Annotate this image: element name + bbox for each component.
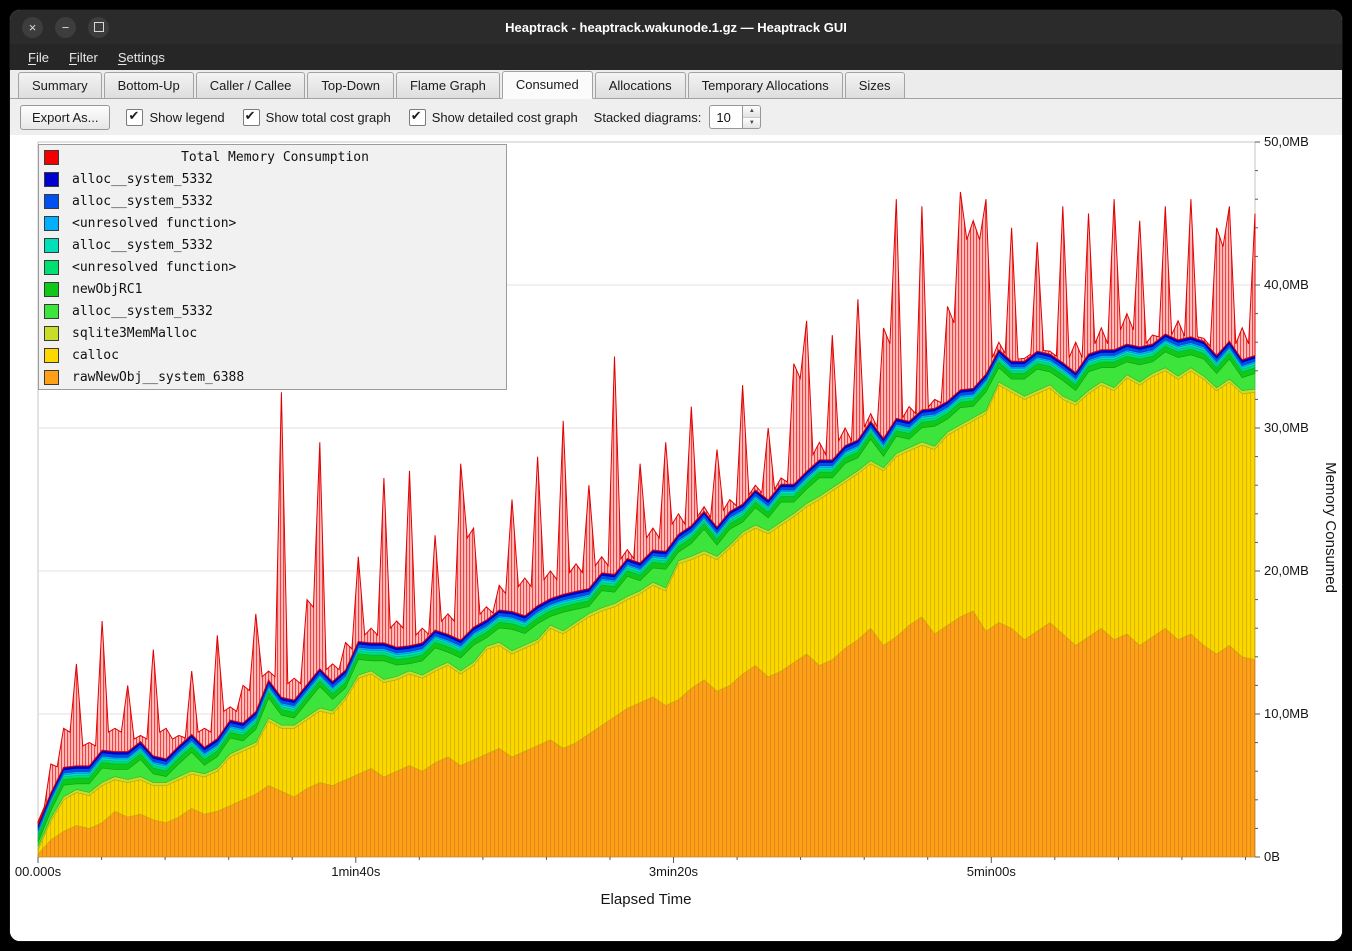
- legend-label: calloc: [72, 348, 119, 363]
- y-tick-label: 40,0MB: [1264, 277, 1309, 292]
- legend-swatch: [44, 304, 59, 319]
- legend-swatch: [44, 194, 59, 209]
- window-title: Heaptrack - heaptrack.wakunode.1.gz — He…: [10, 20, 1342, 35]
- stacked-diagrams-label: Stacked diagrams:: [594, 110, 702, 125]
- legend-label: <unresolved function>: [72, 216, 236, 231]
- x-tick-label: 1min40s: [331, 864, 381, 879]
- legend-label: alloc__system_5332: [72, 238, 213, 253]
- checkmark-icon: [409, 109, 426, 126]
- tab-allocations[interactable]: Allocations: [595, 72, 686, 98]
- checkbox-group: Show legend Show total cost graph Show det…: [126, 109, 577, 126]
- legend-item-alloc-system-5332: alloc__system_5332: [39, 234, 506, 256]
- stacked-diagrams-spinbox: ▲ ▼: [709, 105, 761, 129]
- legend-items: alloc__system_5332 alloc__system_5332 <unr…: [39, 168, 506, 388]
- legend-label: newObjRC1: [72, 282, 142, 297]
- spin-buttons: ▲ ▼: [742, 105, 761, 129]
- legend-item-newobjrc1: newObjRC1: [39, 278, 506, 300]
- legend-title: Total Memory Consumption: [44, 150, 506, 165]
- legend-label: alloc__system_5332: [72, 304, 213, 319]
- y-tick-label: 10,0MB: [1264, 706, 1309, 721]
- legend-swatch: [44, 238, 59, 253]
- legend-label: alloc__system_5332: [72, 194, 213, 209]
- titlebar: × − Heaptrack - heaptrack.wakunode.1.gz …: [10, 10, 1342, 44]
- y-tick-label: 0B: [1264, 849, 1280, 864]
- export-as-button[interactable]: Export As...: [20, 105, 110, 130]
- legend-title-row: Total Memory Consumption: [39, 146, 506, 168]
- legend-swatch: [44, 282, 59, 297]
- tab-summary[interactable]: Summary: [18, 72, 102, 98]
- x-tick-label: 00.000s: [15, 864, 62, 879]
- checkmark-icon: [243, 109, 260, 126]
- legend-swatch: [44, 348, 59, 363]
- legend-label: sqlite3MemMalloc: [72, 326, 197, 341]
- legend-swatch: [44, 216, 59, 231]
- y-tick-label: 30,0MB: [1264, 420, 1309, 435]
- checkbox-show-legend[interactable]: Show legend: [126, 109, 224, 126]
- chart-legend: Total Memory Consumption alloc__system_5…: [38, 144, 507, 390]
- tab-bar: SummaryBottom-UpCaller / CalleeTop-DownF…: [10, 70, 1342, 99]
- legend-label: rawNewObj__system_6388: [72, 370, 244, 385]
- y-axis-title: Memory Consumed: [1322, 462, 1339, 593]
- legend-swatch: [44, 370, 59, 385]
- legend-item-alloc-system-5332: alloc__system_5332: [39, 190, 506, 212]
- tab-top-down[interactable]: Top-Down: [307, 72, 394, 98]
- legend-item-sqlite3memmalloc: sqlite3MemMalloc: [39, 322, 506, 344]
- close-button[interactable]: ×: [22, 17, 43, 38]
- window-controls: × −: [22, 17, 109, 38]
- menu-item-settings[interactable]: Settings: [108, 47, 175, 68]
- checkbox-label: Show legend: [149, 110, 224, 125]
- tab-sizes[interactable]: Sizes: [845, 72, 905, 98]
- checkbox-show-detailed-cost-graph[interactable]: Show detailed cost graph: [409, 109, 578, 126]
- x-axis-title: Elapsed Time: [601, 891, 692, 908]
- x-tick-label: 3min20s: [649, 864, 699, 879]
- legend-swatch: [44, 326, 59, 341]
- legend-item-calloc: calloc: [39, 344, 506, 366]
- legend-item-unresolved-function: <unresolved function>: [39, 212, 506, 234]
- legend-item-alloc-system-5332: alloc__system_5332: [39, 168, 506, 190]
- chart-area: 0B 10,0MB 20,0MB 30,0MB 40,0MB 50,0MB 00.000s 1…: [10, 135, 1342, 941]
- checkbox-show-total-cost-graph[interactable]: Show total cost graph: [243, 109, 391, 126]
- stacked-diagrams-input[interactable]: [709, 105, 742, 129]
- main-content: SummaryBottom-UpCaller / CalleeTop-DownF…: [10, 70, 1342, 941]
- menubar: FileFilterSettings: [10, 44, 1342, 70]
- spin-up-button[interactable]: ▲: [743, 106, 760, 118]
- maximize-icon: [94, 22, 104, 32]
- legend-item-rawnewobj-system-6388: rawNewObj__system_6388: [39, 366, 506, 388]
- legend-label: alloc__system_5332: [72, 172, 213, 187]
- tab-bottom-up[interactable]: Bottom-Up: [104, 72, 194, 98]
- legend-swatch: [44, 172, 59, 187]
- menu-item-file[interactable]: File: [18, 47, 59, 68]
- maximize-button[interactable]: [88, 17, 109, 38]
- tab-flame-graph[interactable]: Flame Graph: [396, 72, 500, 98]
- checkbox-label: Show detailed cost graph: [432, 110, 578, 125]
- x-tick-label: 5min00s: [967, 864, 1017, 879]
- toolbar: Export As... Show legend Show total cost …: [10, 99, 1342, 135]
- minimize-button[interactable]: −: [55, 17, 76, 38]
- close-icon: ×: [29, 21, 37, 34]
- menu-item-filter[interactable]: Filter: [59, 47, 108, 68]
- app-window: × − Heaptrack - heaptrack.wakunode.1.gz …: [10, 10, 1342, 941]
- checkbox-label: Show total cost graph: [266, 110, 391, 125]
- legend-label: <unresolved function>: [72, 260, 236, 275]
- legend-item-alloc-system-5332: alloc__system_5332: [39, 300, 506, 322]
- legend-item-unresolved-function: <unresolved function>: [39, 256, 506, 278]
- checkmark-icon: [126, 109, 143, 126]
- minimize-icon: −: [62, 21, 70, 34]
- tab-caller-callee[interactable]: Caller / Callee: [196, 72, 306, 98]
- tab-temporary-allocations[interactable]: Temporary Allocations: [688, 72, 843, 98]
- spin-down-button[interactable]: ▼: [743, 118, 760, 129]
- tab-consumed[interactable]: Consumed: [502, 71, 593, 99]
- y-tick-label: 50,0MB: [1264, 135, 1309, 149]
- y-tick-label: 20,0MB: [1264, 563, 1309, 578]
- legend-swatch: [44, 260, 59, 275]
